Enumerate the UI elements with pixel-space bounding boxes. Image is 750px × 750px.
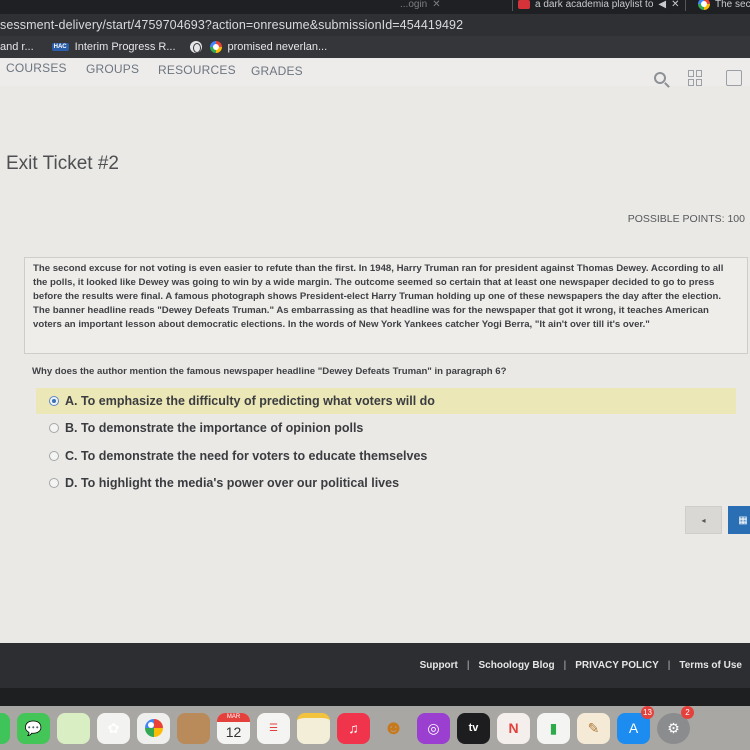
chrome-icon[interactable] (137, 712, 170, 744)
schoology-page: COURSES GROUPS RESOURCES GRADES Exit Tic… (0, 58, 750, 643)
radio-icon[interactable] (49, 478, 59, 488)
footer-link-blog[interactable]: Schoology Blog (479, 660, 555, 671)
photos-icon[interactable]: ✿ (97, 712, 130, 744)
calendar-grid-icon: ▦ (738, 514, 748, 526)
footer-link-privacy[interactable]: PRIVACY POLICY (575, 660, 659, 671)
address-bar[interactable]: sessment-delivery/start/4759704693?actio… (0, 14, 750, 36)
screen: ...ogin ✕ a dark academia playlist to ◀ ✕… (0, 0, 750, 750)
google-icon (698, 0, 710, 10)
youtube-icon (518, 0, 530, 9)
nav-icons (654, 70, 750, 86)
calendar-month: MAR (217, 712, 250, 722)
choice-label: C. To demonstrate the need for voters to… (65, 449, 428, 463)
browser-tab-strip: ...ogin ✕ a dark academia playlist to ◀ ✕… (0, 0, 750, 14)
browser-tab-youtube[interactable]: a dark academia playlist to ◀ ✕ (512, 0, 686, 12)
browser-tab-google[interactable]: The sec (698, 0, 750, 12)
answer-choice-d[interactable]: D. To highlight the media's power over o… (36, 470, 736, 496)
notification-badge: 2 (681, 705, 694, 719)
passage-text: The second excuse for not voting is even… (24, 257, 748, 354)
answer-choice-b[interactable]: B. To demonstrate the importance of opin… (36, 415, 736, 441)
contacts-icon[interactable] (177, 712, 210, 744)
bookmark-promised-neverland[interactable]: promised neverlan... (209, 41, 328, 53)
calendar-app-icon[interactable]: MAR 12 (217, 712, 250, 744)
radio-icon[interactable] (49, 423, 59, 433)
footer-link-support[interactable]: Support (420, 660, 458, 671)
choice-label: A. To emphasize the difficulty of predic… (65, 394, 435, 408)
tab-separator (684, 0, 686, 11)
tab-separator (512, 0, 513, 11)
bookmark-item[interactable]: and r... (0, 41, 34, 53)
page-footer: Support | Schoology Blog | PRIVACY POLIC… (0, 643, 750, 688)
calendar-icon[interactable] (726, 70, 742, 86)
search-icon[interactable] (654, 72, 666, 84)
footer-separator: | (667, 660, 671, 671)
apple-tv-icon[interactable]: tv (457, 712, 490, 744)
bookmark-label: promised neverlan... (227, 41, 328, 53)
choice-label: D. To highlight the media's power over o… (65, 476, 400, 490)
close-icon[interactable]: ✕ (671, 0, 679, 10)
news-icon[interactable]: N (497, 712, 530, 744)
globe-icon (189, 41, 202, 53)
maps-icon[interactable] (57, 712, 90, 744)
calendar-day: 12 (225, 723, 242, 740)
hac-icon: HAC (51, 43, 69, 51)
notes-icon[interactable] (297, 712, 330, 744)
messages-icon[interactable]: 💬 (17, 712, 50, 744)
chevron-left-icon: ◂ (701, 515, 706, 525)
question-list-button[interactable]: ▦ (728, 506, 750, 534)
macos-dock: 💬 ✿ MAR 12 ☰ ♫ ☻ ◎ tv N ▮ ✎ A 13 ⚙ 2 (0, 705, 750, 750)
pages-icon[interactable]: ✎ (577, 712, 610, 744)
url-text[interactable]: sessment-delivery/start/4759704693?actio… (0, 18, 463, 32)
answer-choice-c[interactable]: C. To demonstrate the need for voters to… (36, 443, 736, 469)
top-nav: COURSES GROUPS RESOURCES GRADES (0, 58, 750, 86)
podcast-mascot-icon[interactable]: ☻ (377, 713, 410, 744)
possible-points: POSSIBLE POINTS: 100 (627, 213, 745, 225)
numbers-icon[interactable]: ▮ (537, 712, 570, 744)
question-text: Why does the author mention the famous n… (32, 366, 507, 377)
choice-label: B. To demonstrate the importance of opin… (65, 421, 364, 435)
bookmarks-bar: and r... HAC Interim Progress R... promis… (0, 36, 750, 58)
facetime-icon[interactable] (0, 712, 10, 744)
tab-label: The sec (715, 0, 750, 10)
bookmark-interim-progress[interactable]: HAC Interim Progress R... (51, 41, 176, 53)
system-preferences-icon[interactable]: ⚙ 2 (657, 705, 694, 744)
speaker-icon[interactable]: ◀ (658, 0, 666, 10)
footer-separator: | (563, 660, 567, 671)
close-icon[interactable]: ✕ (432, 0, 440, 10)
google-icon (209, 41, 222, 53)
podcasts-icon[interactable]: ◎ (417, 712, 450, 744)
browser-tab[interactable]: ...ogin ✕ (400, 0, 441, 12)
previous-question-button[interactable]: ◂ (685, 506, 722, 534)
footer-separator: | (466, 660, 470, 671)
bookmark-label: Interim Progress R... (74, 41, 176, 53)
tab-label: ...ogin (400, 0, 428, 10)
nav-courses[interactable]: COURSES (6, 61, 67, 75)
tab-label: a dark academia playlist to (535, 0, 654, 10)
footer-links: Support | Schoology Blog | PRIVACY POLIC… (420, 660, 742, 671)
radio-icon[interactable] (49, 451, 59, 461)
reminders-icon[interactable]: ☰ (257, 712, 290, 744)
answer-choice-a[interactable]: A. To emphasize the difficulty of predic… (36, 388, 736, 414)
music-icon[interactable]: ♫ (337, 712, 370, 744)
apps-grid-icon[interactable] (688, 70, 704, 86)
radio-selected-icon[interactable] (49, 396, 59, 406)
page-title: Exit Ticket #2 (6, 153, 119, 174)
nav-grades[interactable]: GRADES (251, 64, 303, 78)
footer-link-terms[interactable]: Terms of Use (679, 660, 742, 671)
chrome-logo (144, 719, 163, 737)
notification-badge: 13 (641, 705, 654, 719)
bookmark-globe[interactable] (189, 41, 202, 53)
nav-resources[interactable]: RESOURCES (158, 63, 236, 77)
tv-label: tv (468, 722, 479, 734)
app-store-icon[interactable]: A 13 (617, 705, 654, 744)
bookmark-label: and r... (0, 41, 34, 53)
nav-groups[interactable]: GROUPS (86, 62, 139, 76)
